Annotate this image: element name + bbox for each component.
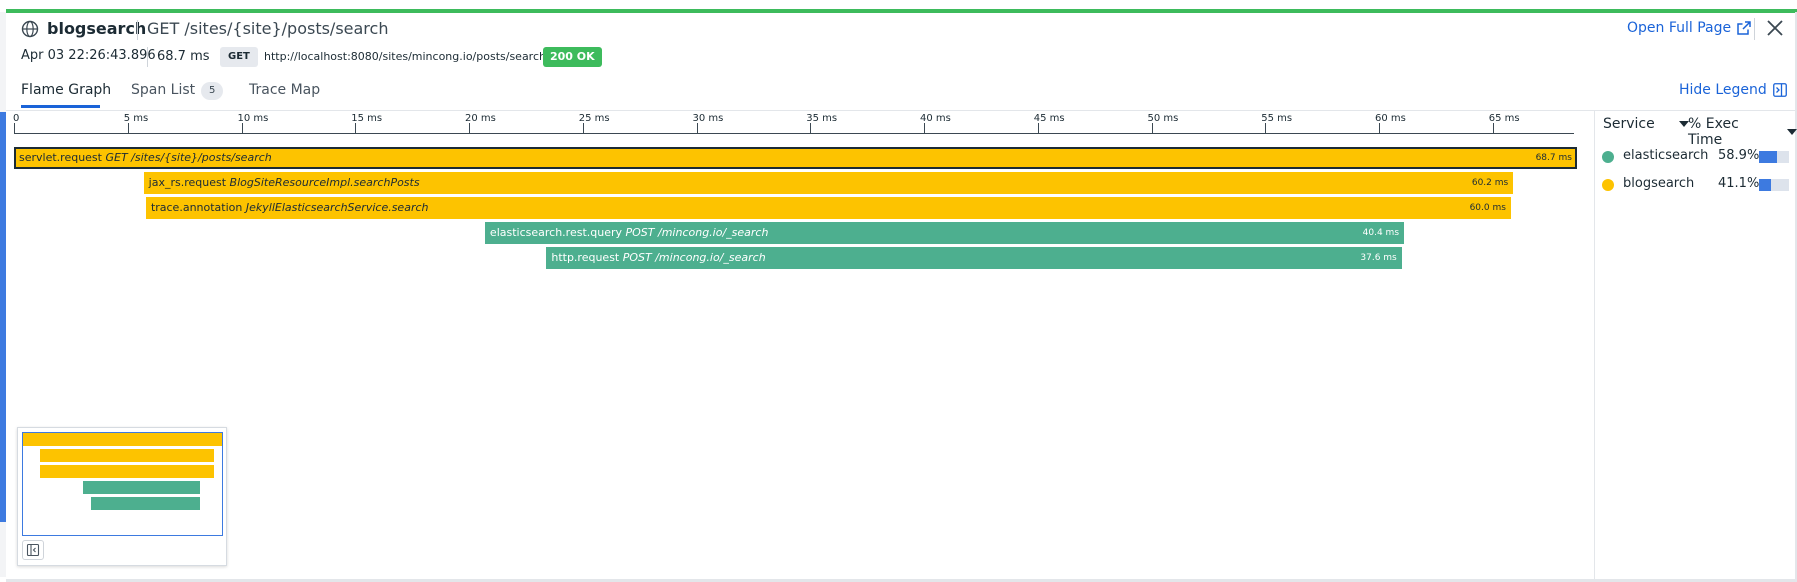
- legend-exec-pct: 41.1%: [1718, 176, 1760, 191]
- span-operation: http.request: [551, 251, 623, 264]
- span-duration: 37.6 ms: [1360, 253, 1397, 263]
- tick-mark: [241, 123, 243, 133]
- status-badge: 200 OK: [543, 47, 602, 67]
- collapse-minimap-button[interactable]: [22, 540, 44, 560]
- header-divider-right: [1754, 18, 1755, 40]
- span-label: http.request POST /mincong.io/_search: [551, 251, 765, 264]
- span-bar[interactable]: elasticsearch.rest.query POST /mincong.i…: [484, 222, 1405, 244]
- span-bar[interactable]: jax_rs.request BlogSiteResourceImpl.sear…: [143, 172, 1514, 194]
- tick-mark: [1492, 123, 1494, 133]
- tab-span-list[interactable]: Span List 5: [131, 82, 224, 100]
- legend-row-elasticsearch[interactable]: elasticsearch 58.9%: [1602, 146, 1792, 166]
- tick-mark: [696, 123, 698, 133]
- legend-row-blogsearch[interactable]: blogsearch 41.1%: [1602, 174, 1792, 194]
- span-bar[interactable]: trace.annotation JekyllElasticsearchServ…: [145, 197, 1511, 219]
- span-bar[interactable]: http.request POST /mincong.io/_search 37.…: [546, 247, 1402, 269]
- request-url: http://localhost:8080/sites/mincong.io/p…: [264, 50, 546, 63]
- meta-divider: [147, 47, 148, 67]
- legend-exec-time-header[interactable]: % Exec Time: [1688, 116, 1797, 148]
- span-duration: 40.4 ms: [1362, 228, 1400, 238]
- hide-legend-icon: [1772, 83, 1787, 97]
- legend-service-name: blogsearch: [1623, 176, 1695, 191]
- collapse-minimap-icon: [26, 543, 40, 557]
- trace-date: Apr 03 22:26:43.896: [21, 48, 156, 63]
- trace-duration: 68.7 ms: [157, 49, 210, 64]
- span-resource: BlogSiteResourceImpl.searchPosts: [229, 176, 420, 189]
- span-operation: elasticsearch.rest.query: [489, 226, 626, 239]
- span-duration: 60.0 ms: [1469, 203, 1506, 213]
- hide-legend-label: Hide Legend: [1679, 82, 1767, 98]
- span-label: servlet.request GET /sites/{site}/posts/…: [19, 151, 272, 164]
- background-panel-accent: [0, 112, 6, 522]
- legend-exec-bar: [1759, 179, 1789, 191]
- flame-graph-minimap[interactable]: [17, 427, 227, 566]
- header-divider: [137, 20, 138, 40]
- external-link-icon: [1737, 21, 1751, 35]
- tick-mark: [1151, 123, 1153, 133]
- legend-service-header-label: Service: [1603, 116, 1655, 132]
- span-resource: GET /sites/{site}/posts/search: [105, 151, 272, 164]
- span-operation: servlet.request: [19, 151, 106, 164]
- minimap-viewport[interactable]: [22, 432, 223, 536]
- span-operation: trace.annotation: [150, 201, 246, 214]
- hide-legend-button[interactable]: Hide Legend: [1679, 82, 1787, 98]
- sort-caret-icon: [1787, 129, 1797, 135]
- tick-mark: [14, 123, 15, 133]
- span-bar[interactable]: servlet.request GET /sites/{site}/posts/…: [14, 147, 1577, 169]
- service-color-dot: [1602, 151, 1614, 163]
- tick-mark: [469, 123, 470, 133]
- span-label: trace.annotation JekyllElasticsearchServ…: [151, 201, 429, 214]
- tick-mark: [355, 123, 357, 133]
- span-operation: jax_rs.request: [148, 176, 230, 189]
- resource-name: GET /sites/{site}/posts/search: [147, 19, 389, 38]
- span-duration: 68.7 ms: [1535, 153, 1572, 163]
- legend-exec-pct: 58.9%: [1718, 148, 1760, 163]
- span-label: elasticsearch.rest.query POST /mincong.i…: [490, 226, 769, 239]
- tab-flame-graph-label: Flame Graph: [21, 82, 112, 98]
- legend-service-name: elasticsearch: [1623, 148, 1709, 163]
- globe-icon: [21, 20, 39, 38]
- open-full-page-label: Open Full Page: [1627, 20, 1732, 36]
- service-color-dot: [1602, 179, 1614, 191]
- span-resource: POST /mincong.io/_search: [625, 226, 769, 239]
- active-tab-indicator: [21, 105, 100, 108]
- legend-exec-bar-fill: [1759, 179, 1772, 191]
- legend-exec-bar: [1759, 151, 1789, 163]
- legend-divider: [1594, 111, 1595, 579]
- http-method-badge: GET: [220, 47, 258, 67]
- span-label: jax_rs.request BlogSiteResourceImpl.sear…: [149, 176, 420, 189]
- header-divider-line: [6, 110, 1795, 111]
- tick-mark: [1379, 123, 1380, 133]
- legend-exec-time-header-label: % Exec Time: [1688, 116, 1739, 148]
- background-panel-edge: [0, 12, 6, 577]
- span-resource: POST /mincong.io/_search: [622, 251, 766, 264]
- tab-trace-map-label: Trace Map: [249, 82, 321, 98]
- span-count-badge: 5: [201, 82, 224, 100]
- span-duration: 60.2 ms: [1471, 178, 1509, 188]
- tab-flame-graph[interactable]: Flame Graph: [21, 82, 111, 98]
- tab-span-list-label: Span List: [131, 82, 196, 98]
- tick-mark: [582, 123, 584, 133]
- span-resource: JekyllElasticsearchService.search: [245, 201, 429, 214]
- legend-exec-bar-fill: [1759, 151, 1777, 163]
- tick-mark: [1037, 123, 1039, 133]
- tick-mark: [127, 123, 129, 133]
- service-name[interactable]: blogsearch: [47, 19, 146, 38]
- tab-trace-map[interactable]: Trace Map: [249, 82, 320, 98]
- tick-mark: [1265, 123, 1267, 133]
- open-full-page-link[interactable]: Open Full Page: [1627, 20, 1751, 36]
- status-strip: [6, 9, 1797, 13]
- close-icon[interactable]: [1764, 17, 1786, 39]
- legend-service-header[interactable]: Service: [1603, 116, 1689, 132]
- tick-mark: [810, 123, 812, 133]
- time-axis-line: [14, 133, 1574, 134]
- tick-mark: [924, 123, 925, 133]
